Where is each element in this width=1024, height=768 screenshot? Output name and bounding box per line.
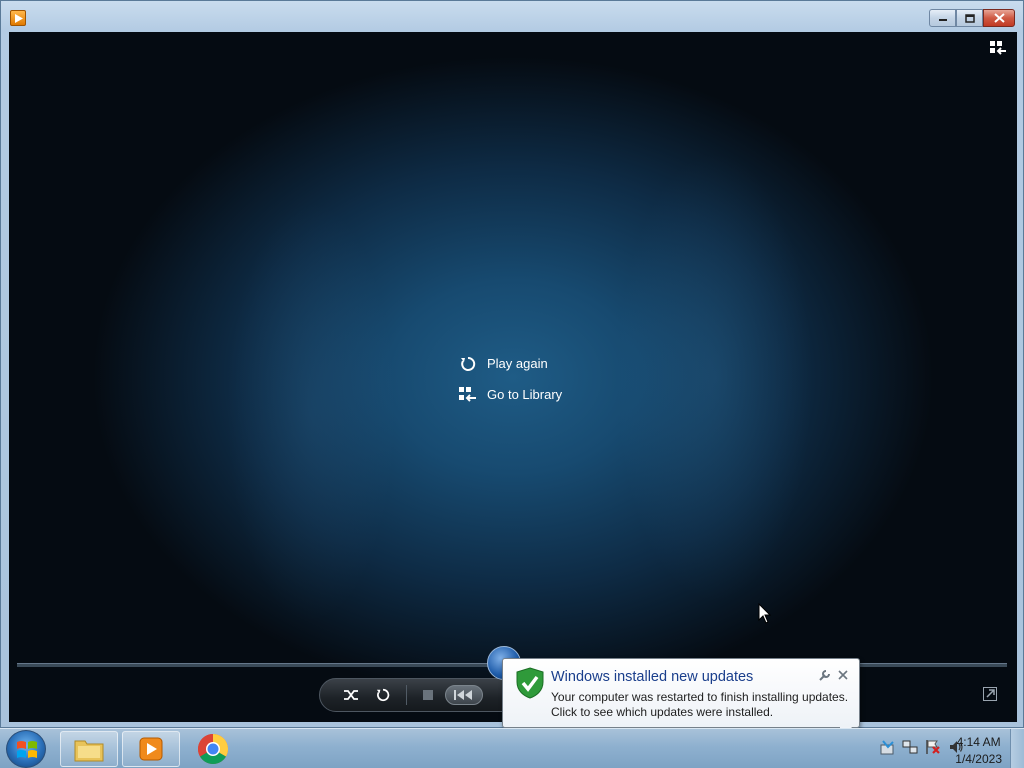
security-shield-icon bbox=[516, 667, 544, 699]
fullscreen-icon[interactable] bbox=[983, 687, 997, 701]
minimize-icon bbox=[938, 19, 947, 21]
close-icon bbox=[993, 13, 1005, 23]
action-center-icon[interactable] bbox=[879, 739, 895, 755]
media-player-app-icon[interactable] bbox=[10, 10, 26, 26]
library-icon bbox=[459, 386, 477, 404]
play-again-item[interactable]: Play again bbox=[459, 348, 562, 379]
chrome-icon bbox=[197, 734, 229, 765]
go-to-library-label: Go to Library bbox=[487, 387, 563, 402]
go-to-library-item[interactable]: Go to Library bbox=[459, 379, 562, 410]
maximize-icon bbox=[964, 13, 975, 23]
system-clock[interactable]: 4:14 AM 1/4/2023 bbox=[955, 734, 1002, 768]
network-icon[interactable] bbox=[902, 739, 918, 755]
flag-error-icon[interactable] bbox=[925, 739, 941, 755]
media-player-icon bbox=[139, 737, 163, 761]
start-button[interactable] bbox=[6, 730, 46, 768]
shuffle-icon bbox=[344, 690, 358, 700]
window-controls bbox=[929, 9, 1015, 27]
mouse-pointer-icon bbox=[758, 603, 772, 624]
clock-date: 1/4/2023 bbox=[955, 752, 1002, 766]
media-player-window: Play again Go to Library bbox=[0, 0, 1024, 728]
system-tray bbox=[879, 739, 964, 755]
notification-body: Your computer was restarted to finish in… bbox=[551, 690, 848, 720]
repeat-button[interactable] bbox=[368, 683, 398, 707]
notification-line-2: Click to see which updates were installe… bbox=[551, 705, 774, 719]
close-button[interactable] bbox=[983, 9, 1015, 27]
folder-icon bbox=[74, 740, 104, 762]
notification-title: Windows installed new updates bbox=[551, 669, 754, 685]
previous-icon bbox=[454, 690, 472, 700]
stop-icon bbox=[423, 690, 433, 700]
controls-divider bbox=[406, 685, 407, 705]
taskbar: 4:14 AM 1/4/2023 bbox=[0, 728, 1024, 768]
previous-button[interactable] bbox=[445, 685, 483, 705]
update-notification-balloon[interactable]: Windows installed new updates Your compu… bbox=[502, 658, 860, 728]
balloon-close-icon[interactable] bbox=[836, 668, 850, 682]
show-desktop-button[interactable] bbox=[1010, 729, 1024, 768]
play-again-label: Play again bbox=[487, 356, 548, 371]
shuffle-button[interactable] bbox=[336, 683, 366, 707]
notification-line-1: Your computer was restarted to finish in… bbox=[551, 690, 849, 704]
stop-button[interactable] bbox=[413, 683, 443, 707]
maximize-button[interactable] bbox=[956, 9, 983, 27]
clock-time: 4:14 AM bbox=[956, 735, 1001, 749]
wrench-options-icon[interactable] bbox=[817, 669, 831, 683]
now-playing-area[interactable]: Play again Go to Library bbox=[9, 32, 1017, 722]
taskbar-media-player[interactable] bbox=[122, 731, 180, 767]
minimize-button[interactable] bbox=[929, 9, 956, 27]
end-of-playback-menu: Play again Go to Library bbox=[459, 348, 562, 410]
title-bar[interactable] bbox=[1, 1, 1023, 31]
switch-to-library-icon[interactable] bbox=[989, 40, 1007, 56]
taskbar-chrome[interactable] bbox=[184, 731, 242, 767]
taskbar-explorer[interactable] bbox=[60, 731, 118, 767]
replay-icon bbox=[459, 355, 477, 373]
playback-controls bbox=[319, 678, 519, 712]
windows-logo-icon bbox=[17, 741, 37, 758]
repeat-icon bbox=[376, 688, 390, 702]
